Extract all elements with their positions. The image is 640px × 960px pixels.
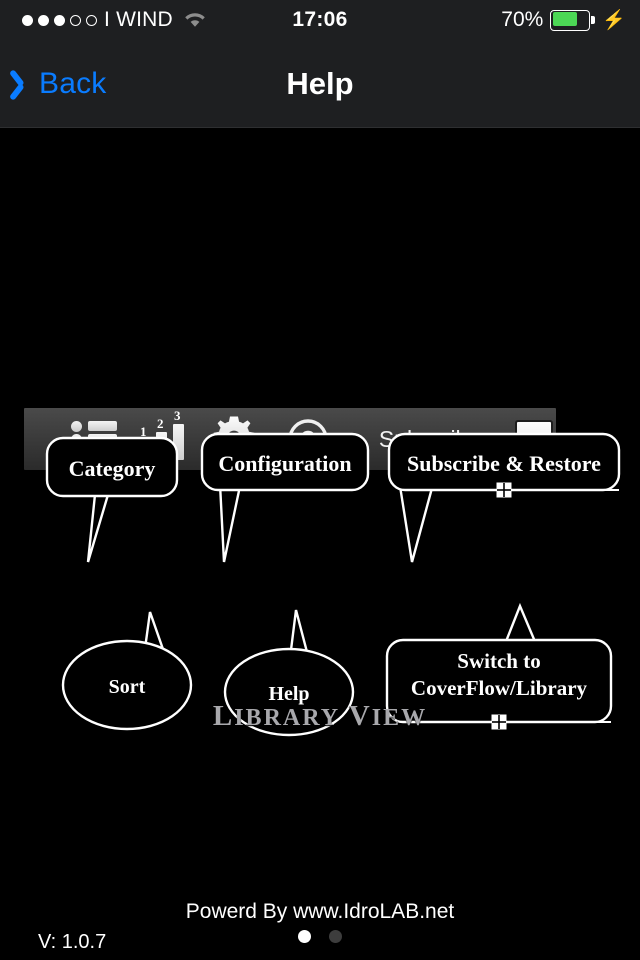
app-screen: I WIND 17:06 70% ⚡ Back Help 1 2 3 ? Sub…: [0, 0, 640, 960]
sort-button[interactable]: 1 2 3: [130, 408, 196, 470]
subscribe-button-label: Subscribe: [378, 425, 482, 452]
gear-icon: [211, 414, 257, 465]
bar-chart-numbered-icon: 1 2 3: [137, 408, 189, 460]
page-indicator[interactable]: [0, 930, 640, 943]
question-mark-circle-icon: ?: [287, 418, 329, 460]
page-title: Help: [286, 66, 354, 101]
sort-number-1: 1: [140, 424, 147, 439]
svg-text:?: ?: [300, 427, 315, 455]
filled-square-icon: [515, 420, 553, 458]
powered-by-label: Powerd By www.IdroLAB.net: [185, 900, 455, 923]
callout-resize-handle[interactable]: [420, 482, 619, 498]
page-dot-inactive[interactable]: [329, 930, 342, 943]
svg-text:Switch to: Switch to: [457, 649, 540, 673]
status-bar-right: 70% ⚡: [501, 0, 626, 40]
annotated-toolbar: 1 2 3 ? Subscribe: [24, 408, 556, 470]
subscribe-button[interactable]: Subscribe: [350, 408, 510, 470]
section-heading: LIBRARY VIEW: [0, 700, 640, 733]
sort-number-2: 2: [157, 416, 164, 431]
help-content: 1 2 3 ? Subscribe Category Configuration…: [0, 128, 640, 960]
svg-text:CoverFlow/Library: CoverFlow/Library: [411, 676, 588, 700]
status-bar: I WIND 17:06 70% ⚡: [0, 0, 640, 40]
battery-icon: [550, 9, 595, 31]
svg-text:Sort: Sort: [109, 676, 146, 698]
navigation-bar: Back Help: [0, 40, 640, 128]
configuration-button[interactable]: [202, 408, 266, 470]
category-button[interactable]: [62, 408, 126, 470]
help-button[interactable]: ?: [276, 408, 340, 470]
sort-number-3: 3: [174, 408, 181, 423]
bulleted-list-icon: [71, 420, 117, 458]
coverflow-toggle-button[interactable]: [502, 408, 566, 470]
page-dot-active[interactable]: [298, 930, 311, 943]
section-heading-text: LIBRARY VIEW: [212, 700, 428, 732]
battery-percent-label: 70%: [501, 8, 544, 31]
lightning-bolt-icon: ⚡: [602, 9, 626, 31]
callout-annotations: Category Configuration Subscribe & Resto…: [45, 432, 621, 737]
